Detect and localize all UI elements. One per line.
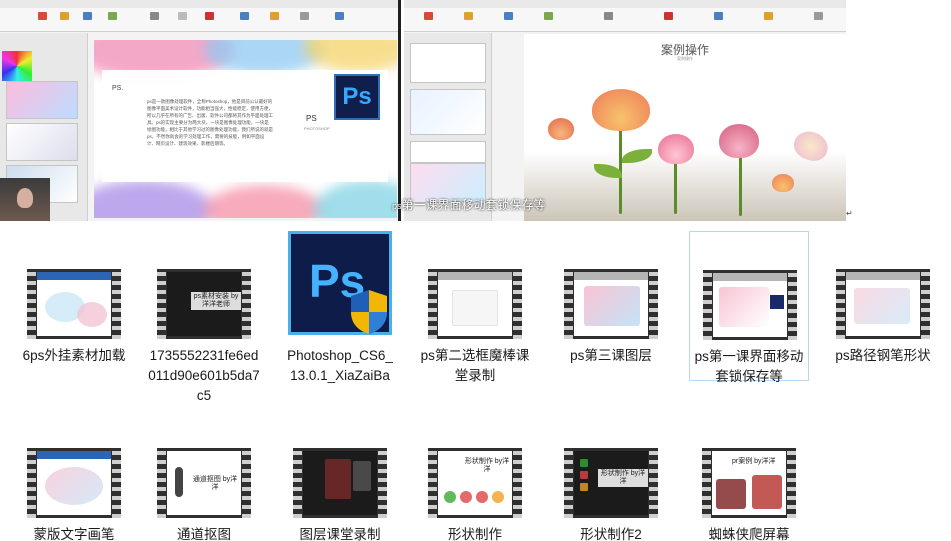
file-item[interactable]: 形状制作 by洋洋 形状制作 bbox=[415, 410, 535, 541]
ribbon-toolbar bbox=[404, 0, 846, 32]
uac-shield-icon bbox=[351, 290, 387, 334]
thumbnail-caption: 形状制作 by洋洋 bbox=[598, 469, 648, 487]
thumbnail-caption: 通道抠图 by洋洋 bbox=[189, 475, 241, 493]
file-name: ps路径钢笔形状 bbox=[835, 348, 931, 363]
video-file-icon bbox=[564, 269, 658, 339]
video-file-icon bbox=[293, 448, 387, 518]
webcam-overlay bbox=[0, 178, 50, 221]
file-name: ps第二选框魔棒课堂录制 bbox=[420, 348, 530, 383]
thumbnail-caption: 形状制作 by洋洋 bbox=[462, 457, 512, 475]
file-item[interactable]: Ps Photoshop_CS6_13.0.1_XiaZaiBa bbox=[280, 231, 400, 401]
video-file-icon bbox=[27, 269, 121, 339]
slide-thumbnail-panel bbox=[404, 33, 492, 221]
file-item[interactable]: 蒙版文字画笔 bbox=[14, 410, 134, 541]
file-name: 蜘蛛侠爬屏幕 bbox=[708, 527, 790, 541]
thumbnail-caption: pr案例 by洋洋 bbox=[730, 457, 778, 467]
powerpoint-window-right: 案例操作 案例操作 bbox=[404, 0, 846, 221]
thumbnail-caption: ps素材安装 by洋洋老师 bbox=[191, 292, 241, 310]
file-item[interactable]: 图层课堂录制 bbox=[280, 410, 400, 541]
slide-heading: PS. bbox=[112, 85, 124, 92]
file-name: 形状制作 bbox=[448, 527, 502, 541]
video-subtitle: ps第一课界面移动套锁保存等 bbox=[392, 198, 546, 212]
video-preview-screenshot: PS. ps是一款图像处理软件，全称Photoshop，他是目前公认最好的图像平… bbox=[0, 0, 951, 221]
video-file-icon: ps素材安装 by洋洋老师 bbox=[157, 269, 251, 339]
slide-caption: PS bbox=[306, 114, 317, 123]
file-item[interactable]: ps第三课图层 bbox=[551, 231, 671, 401]
file-item-selected[interactable]: ps第一课界面移动套锁保存等 bbox=[689, 231, 809, 384]
slide-body-text: ps是一款图像处理软件，全称Photoshop，他是目前公认最好的图像平面美术设… bbox=[147, 99, 273, 146]
slide-canvas: PS. ps是一款图像处理软件，全称Photoshop，他是目前公认最好的图像平… bbox=[94, 40, 397, 218]
file-item[interactable]: 6ps外挂素材加载 bbox=[14, 231, 134, 401]
file-name: 蒙版文字画笔 bbox=[33, 527, 115, 541]
file-item[interactable]: 通道抠图 by洋洋 通道抠图 bbox=[144, 410, 264, 541]
powerpoint-window-left: PS. ps是一款图像处理软件，全称Photoshop，他是目前公认最好的图像平… bbox=[0, 0, 401, 221]
file-name: 形状制作2 bbox=[580, 527, 642, 541]
file-item[interactable]: ps路径钢笔形状 bbox=[823, 231, 943, 401]
slide-subtitle: 案例操作 bbox=[677, 56, 693, 61]
file-name: 1735552231fe6ed011d90e601b5da7c5 bbox=[148, 348, 260, 403]
video-file-icon: 形状制作 by洋洋 bbox=[564, 448, 658, 518]
video-file-icon bbox=[836, 269, 930, 339]
video-file-icon: 形状制作 by洋洋 bbox=[428, 448, 522, 518]
slide-canvas: 案例操作 案例操作 bbox=[524, 34, 846, 221]
file-name: Photoshop_CS6_13.0.1_XiaZaiBa bbox=[287, 348, 393, 383]
paragraph-mark: ↵ bbox=[846, 209, 853, 218]
photoshop-logo-icon: Ps bbox=[334, 74, 380, 120]
file-name: 6ps外挂素材加载 bbox=[22, 348, 126, 363]
video-file-icon bbox=[27, 448, 121, 518]
file-name: ps第三课图层 bbox=[570, 348, 652, 363]
file-name: ps第一课界面移动套锁保存等 bbox=[694, 349, 804, 384]
file-item[interactable]: ps素材安装 by洋洋老师 1735552231fe6ed011d90e601b… bbox=[144, 231, 264, 403]
file-name: 通道抠图 bbox=[177, 527, 231, 541]
video-file-icon bbox=[703, 270, 797, 340]
file-item[interactable]: 形状制作 by洋洋 形状制作2 bbox=[551, 410, 671, 541]
file-name: 图层课堂录制 bbox=[299, 527, 381, 541]
file-item[interactable]: pr案例 by洋洋 蜘蛛侠爬屏幕 bbox=[689, 410, 809, 541]
video-file-icon bbox=[428, 269, 522, 339]
file-item[interactable]: ps第二选框魔棒课堂录制 bbox=[415, 231, 535, 401]
video-file-icon: 通道抠图 by洋洋 bbox=[157, 448, 251, 518]
photoshop-installer-icon: Ps bbox=[288, 231, 392, 335]
slide-subcaption: PHOTOSHOP bbox=[304, 126, 330, 131]
video-file-icon: pr案例 by洋洋 bbox=[702, 448, 796, 518]
ribbon-toolbar bbox=[0, 0, 398, 32]
